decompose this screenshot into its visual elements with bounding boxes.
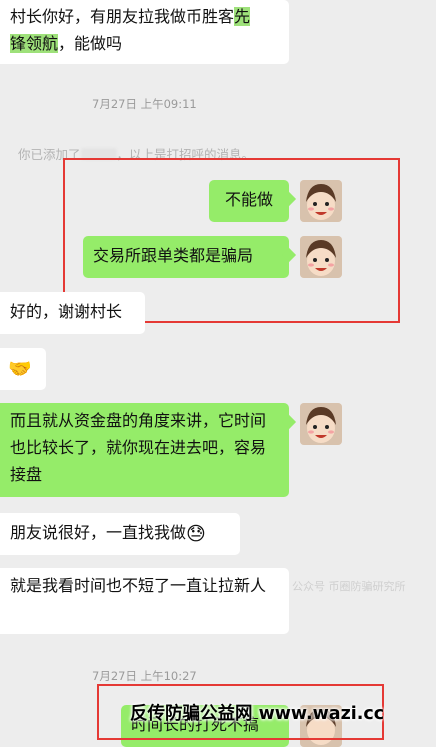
message-text: ，能做吗 <box>58 34 123 53</box>
message-bubble-4[interactable]: 好的，谢谢村长 <box>0 292 145 334</box>
message-text: 朋友说很好，一直找我做 <box>10 523 187 542</box>
watermark-text: 反传防骗公益网 www.wazi.cc <box>130 704 385 724</box>
timestamp: 7月27日 上午09:11 <box>92 97 197 111</box>
message-text: 而且就从资金盘的角度来讲，它时间也比较长了，就你现在进去吧，容易接盘 <box>10 411 267 484</box>
message-bubble-7[interactable]: 朋友说很好，一直找我做😓 <box>0 513 240 555</box>
message-text: 就是我看时间也不短了一直让拉新人 <box>10 576 267 595</box>
avatar[interactable] <box>300 403 342 445</box>
message-bubble-6[interactable]: 而且就从资金盘的角度来讲，它时间也比较长了，就你现在进去吧，容易接盘 <box>0 403 289 497</box>
avatar-girl-icon <box>300 403 342 445</box>
message-bubble-5[interactable]: 🤝 <box>0 348 46 390</box>
highlighted-text: 先 <box>234 7 251 26</box>
message-bubble-1[interactable]: 村长你好，有朋友拉我做币胜客先 锋领航，能做吗 <box>0 0 289 64</box>
message-bubble-8[interactable]: 就是我看时间也不短了一直让拉新人 <box>0 568 289 634</box>
sweat-emoji-icon: 😓 <box>186 523 206 545</box>
timestamp: 7月27日 上午10:27 <box>92 669 197 683</box>
message-text: 村长你好，有朋友拉我做币胜客 <box>10 7 235 26</box>
message-text: 好的，谢谢村长 <box>10 302 123 321</box>
faint-watermark-text: 公众号 币圈防骗研究所 <box>292 580 406 593</box>
handshake-icon: 🤝 <box>8 358 32 380</box>
highlighted-text: 锋领航 <box>10 34 59 53</box>
